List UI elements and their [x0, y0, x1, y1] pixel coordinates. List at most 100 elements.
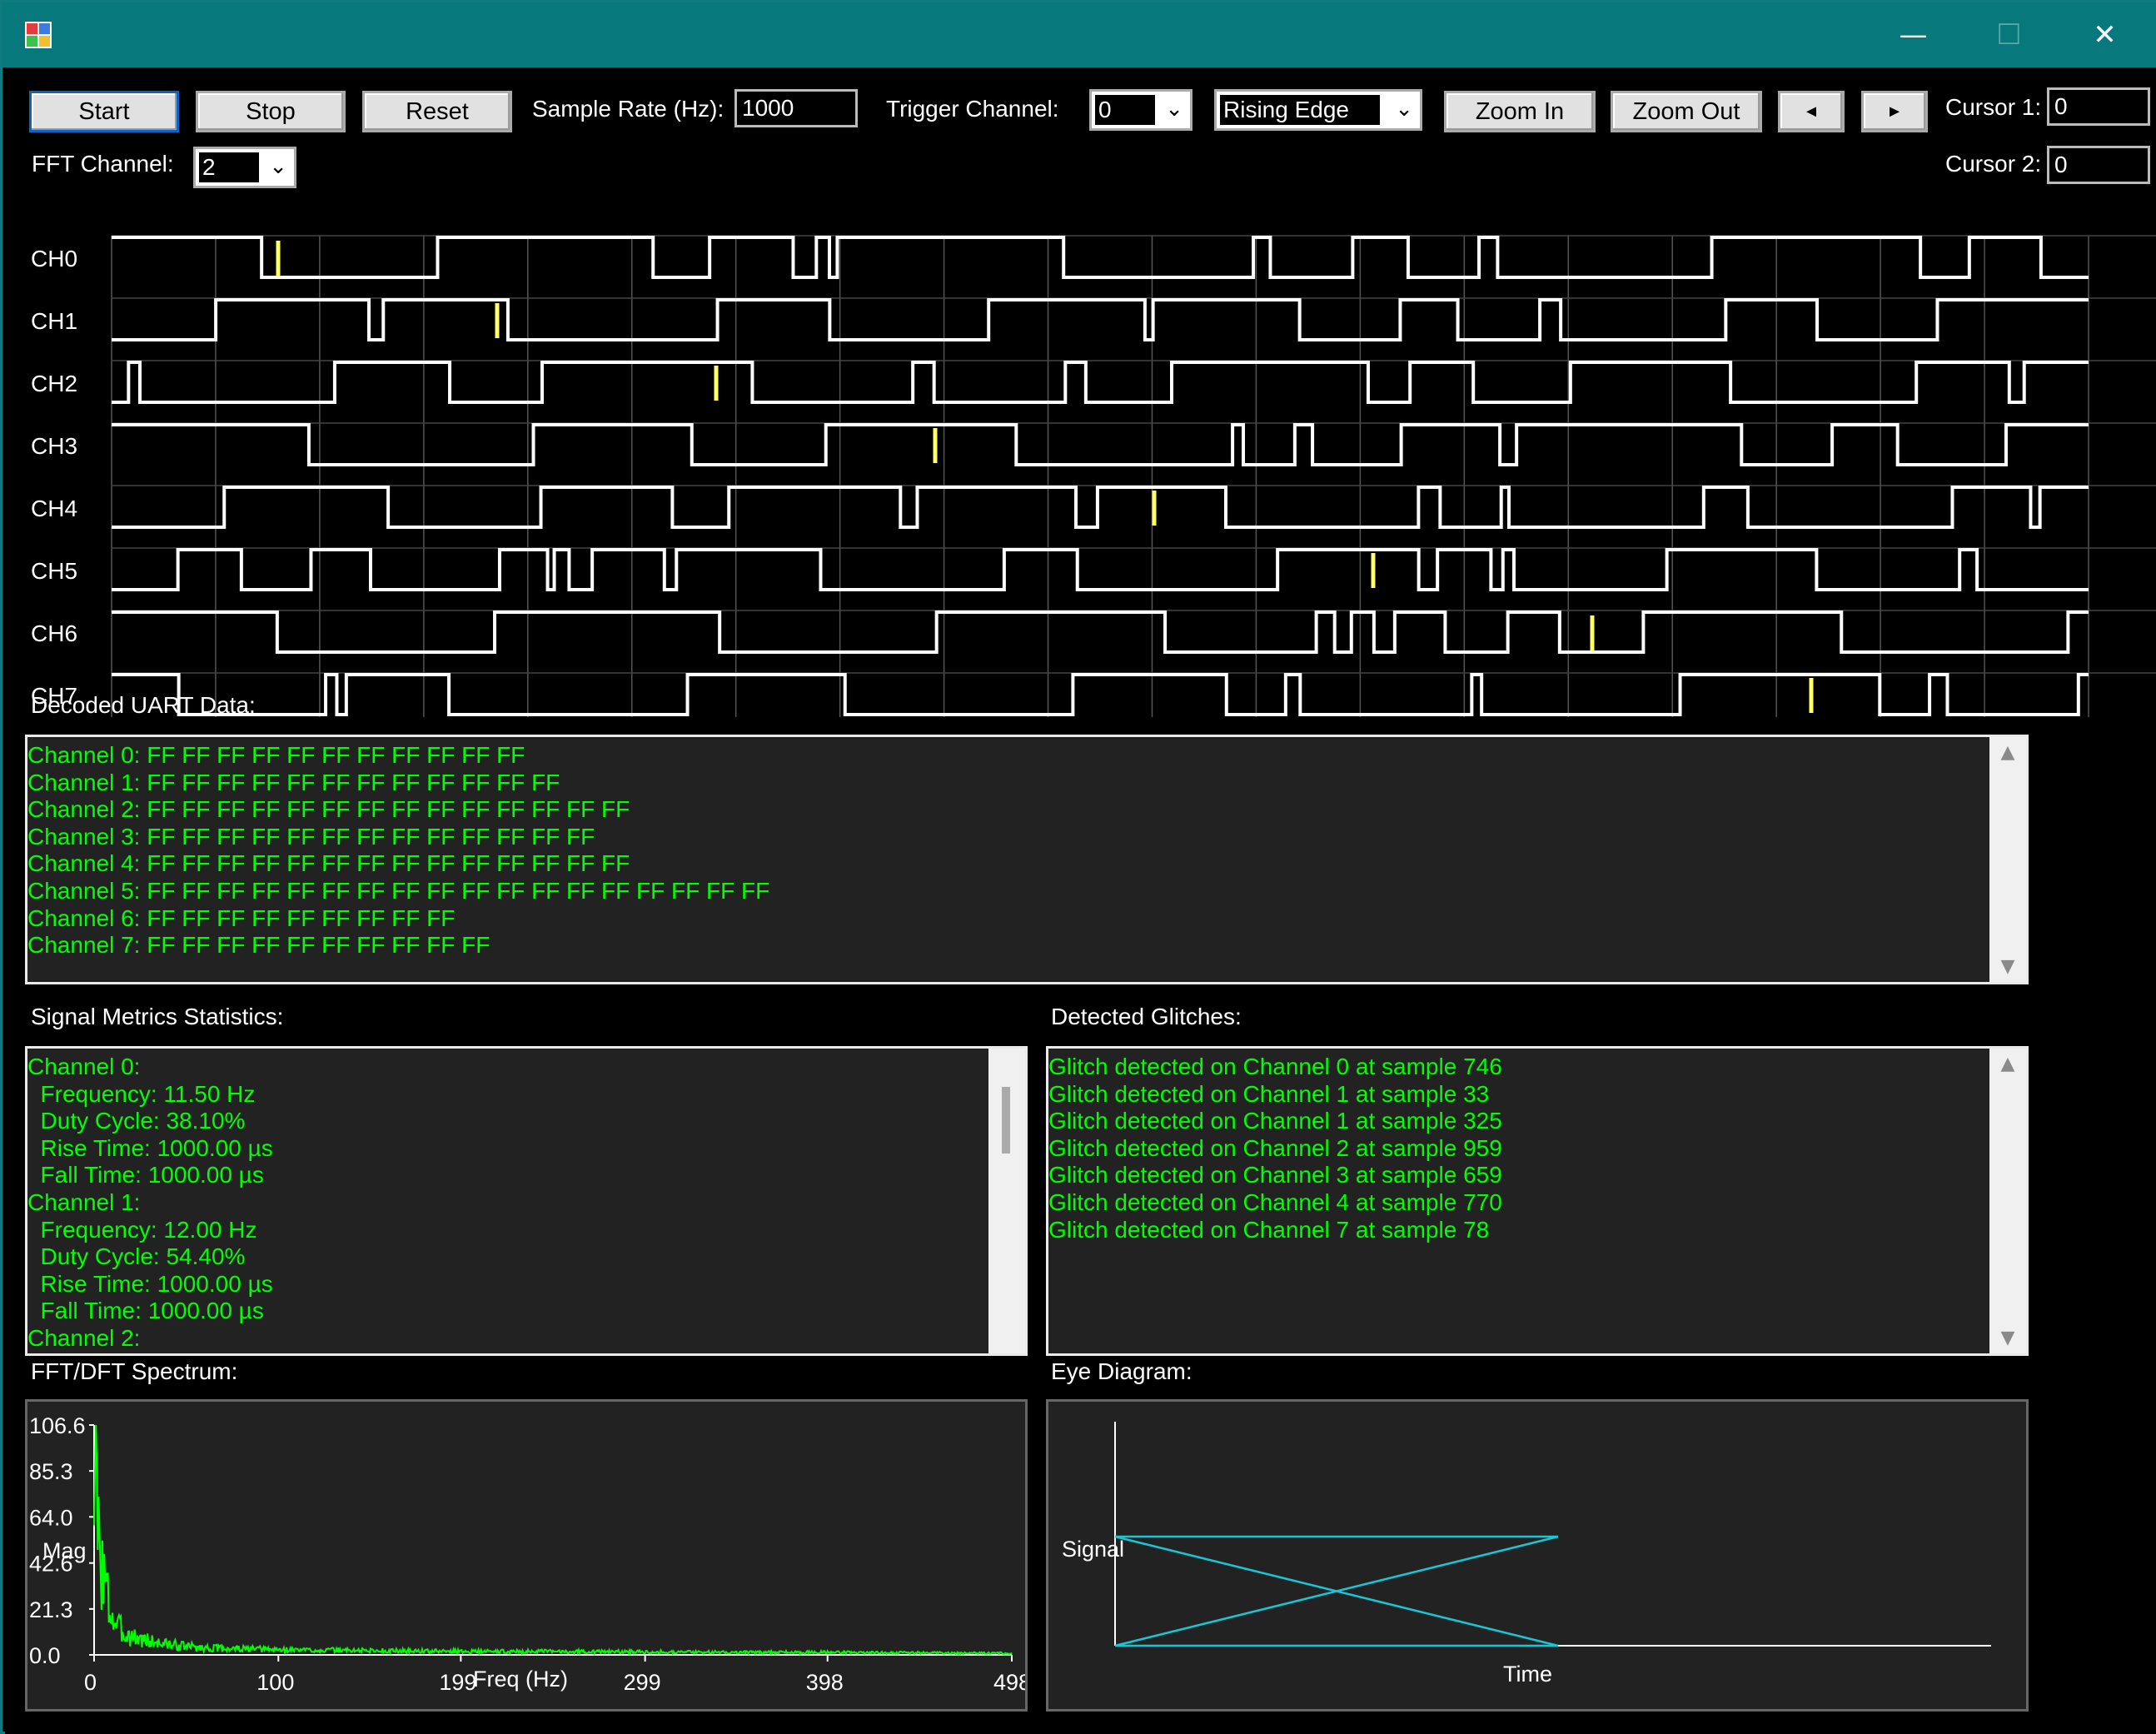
y-tick-label: 106.6 — [29, 1413, 86, 1438]
text-line: Channel 7: FF FF FF FF FF FF FF FF FF FF — [27, 932, 490, 959]
cursor1-label: Cursor 1: — [1945, 94, 2042, 120]
text-line: Glitch detected on Channel 3 at sample 6… — [1048, 1162, 1502, 1188]
fft-channel-value: 2 — [199, 152, 259, 182]
metrics-box[interactable]: Channel 0: Frequency: 11.50 Hz Duty Cycl… — [25, 1046, 1028, 1356]
text-line: Channel 4: FF FF FF FF FF FF FF FF FF FF… — [27, 850, 630, 877]
channel-label: CH5 — [31, 558, 77, 584]
text-line: Rise Time: 1000.00 µs — [27, 1270, 273, 1297]
eye-chart: Signal Time — [1062, 1422, 1991, 1687]
y-tick-label: 64.0 — [29, 1505, 73, 1530]
cursor2-label: Cursor 2: — [1939, 151, 2042, 177]
text-line: Glitch detected on Channel 1 at sample 3… — [1048, 1108, 1502, 1134]
x-tick-label: 0 — [84, 1670, 97, 1695]
text-line: Channel 1: FF FF FF FF FF FF FF FF FF FF… — [27, 769, 560, 795]
text-line: Glitch detected on Channel 1 at sample 3… — [1048, 1080, 1490, 1107]
scroll-down-icon[interactable]: ▼ — [1989, 956, 2026, 977]
waveform-trace — [112, 548, 2089, 591]
scroll-down-icon[interactable]: ▼ — [1989, 1328, 2026, 1348]
y-axis-label: Signal — [1062, 1537, 1124, 1562]
zoom-out-button[interactable]: Zoom Out — [1611, 91, 1762, 132]
waveform-trace — [112, 298, 2089, 341]
stop-button[interactable]: Stop — [196, 91, 346, 132]
fft-channel-select[interactable]: 2 ⌄ — [193, 147, 296, 188]
channel-label: CH2 — [31, 371, 77, 396]
sample-rate-label: Sample Rate (Hz): — [532, 96, 724, 122]
channel-label: CH1 — [31, 308, 77, 334]
trigger-channel-select[interactable]: 0 ⌄ — [1089, 89, 1193, 131]
waveform-trace — [112, 610, 2089, 654]
y-axis-label: Mag — [42, 1538, 87, 1563]
fft-channel-label: FFT Channel: — [32, 151, 174, 177]
text-line: Channel 2: — [27, 1324, 141, 1351]
waveform-trace — [112, 486, 2089, 529]
metrics-label: Signal Metrics Statistics: — [31, 1004, 284, 1029]
uart-lines: Channel 0: FF FF FF FF FF FF FF FF FF FF… — [27, 742, 769, 959]
cursor1-input[interactable]: 0 — [2047, 87, 2150, 126]
trigger-channel-label: Trigger Channel: — [886, 96, 1059, 122]
text-line: Channel 1: — [27, 1188, 141, 1215]
text-line: Glitch detected on Channel 4 at sample 7… — [1048, 1188, 1502, 1215]
close-button[interactable]: ✕ — [2057, 2, 2153, 67]
app-window: — ☐ ✕ Start Stop Reset Sample Rate (Hz):… — [0, 0, 2156, 1734]
text-line: Glitch detected on Channel 2 at sample 9… — [1048, 1134, 1502, 1161]
text-line: Rise Time: 1000.00 µs — [27, 1134, 273, 1161]
scroll-thumb[interactable] — [1002, 1087, 1010, 1154]
pan-left-button[interactable]: ◄ — [1778, 91, 1845, 132]
trigger-channel-value: 0 — [1095, 95, 1155, 125]
text-line: Channel 5: FF FF FF FF FF FF FF FF FF FF… — [27, 877, 770, 904]
x-axis-label: Time — [1503, 1662, 1552, 1687]
glitches-label: Detected Glitches: — [1051, 1004, 1242, 1029]
sample-rate-input[interactable]: 1000 — [734, 89, 858, 127]
x-tick-label: 100 — [256, 1670, 294, 1695]
fft-plot: 0.0 21.3 42.6 64.0 85.3 106.6 0 100 199 299 398 498… — [25, 1399, 1028, 1712]
uart-label: Decoded UART Data: — [31, 692, 256, 718]
fft-label: FFT/DFT Spectrum: — [31, 1358, 238, 1384]
text-line: Frequency: 12.00 Hz — [27, 1216, 257, 1243]
metrics-scrollbar[interactable] — [988, 1049, 1025, 1353]
waveform-trace — [112, 423, 2089, 466]
spectrum-trace — [93, 1424, 1013, 1657]
trigger-edge-select[interactable]: Rising Edge ⌄ — [1214, 89, 1422, 131]
client-area: Start Stop Reset Sample Rate (Hz): 100 0 … — [5, 67, 2156, 1734]
uart-scrollbar[interactable]: ▲ ▼ — [1989, 737, 2026, 982]
glitches-scrollbar[interactable]: ▲ ▼ — [1989, 1049, 2026, 1353]
trigger-edge-value: Rising Edge — [1220, 95, 1380, 125]
waveform-trace — [112, 673, 2089, 716]
text-line: Duty Cycle: 38.10% — [27, 1108, 246, 1134]
chevron-down-icon: ⌄ — [269, 154, 287, 179]
fft-chart: 0.021.342.664.085.3106.60 100 199 299 398 498… — [29, 1413, 1025, 1695]
app-icon — [25, 22, 52, 48]
text-line: Channel 6: FF FF FF FF FF FF FF FF FF — [27, 904, 456, 931]
text-line: Channel 2: FF FF FF FF FF FF FF FF FF FF… — [27, 796, 630, 823]
reset-button[interactable]: Reset — [362, 91, 512, 132]
minimize-button[interactable]: — — [1865, 2, 1961, 67]
channel-label: CH0 — [31, 246, 77, 272]
text-line: Channel 0: — [27, 1054, 141, 1079]
x-axis-label: Freq (Hz) — [473, 1667, 568, 1692]
cursor2-input[interactable]: 0 — [2047, 146, 2150, 184]
glitches-box[interactable]: Glitch detected on Channel 0 at sample 7… — [1046, 1046, 2029, 1356]
maximize-button[interactable]: ☐ — [1961, 2, 2057, 67]
waveform-display[interactable]: CH0CH1CH2CH3CH4CH5CH6CH7 — [5, 151, 2156, 734]
x-tick-label: 398 — [806, 1670, 844, 1695]
text-line: Channel 3: FF FF FF FF FF FF FF FF FF FF… — [27, 823, 595, 850]
waveform-trace — [112, 236, 2089, 279]
x-tick-label: 498 — [993, 1670, 1025, 1695]
start-button[interactable]: Start — [29, 91, 179, 132]
text-line: Fall Time: 1000.00 µs — [27, 1298, 264, 1324]
uart-data-box[interactable]: Channel 0: FF FF FF FF FF FF FF FF FF FF… — [25, 735, 2029, 984]
text-line: Glitch detected on Channel 0 at sample 7… — [1048, 1054, 1502, 1079]
pan-right-button[interactable]: ► — [1861, 91, 1928, 132]
y-tick-label: 21.3 — [29, 1597, 73, 1622]
title-bar: — ☐ ✕ — [2, 2, 2156, 67]
y-tick-label: 85.3 — [29, 1459, 73, 1484]
y-tick-label: 0.0 — [29, 1643, 61, 1668]
eye-label: Eye Diagram: — [1051, 1358, 1193, 1384]
x-tick-label: 299 — [624, 1670, 661, 1695]
scroll-up-icon[interactable]: ▲ — [1989, 1054, 2026, 1074]
scroll-up-icon[interactable]: ▲ — [1989, 742, 2026, 763]
text-line: Channel 0: FF FF FF FF FF FF FF FF FF FF… — [27, 742, 525, 768]
zoom-in-button[interactable]: Zoom In — [1444, 91, 1596, 132]
eye-plot: Signal Time — [1046, 1399, 2029, 1712]
channel-label: CH3 — [31, 433, 77, 459]
